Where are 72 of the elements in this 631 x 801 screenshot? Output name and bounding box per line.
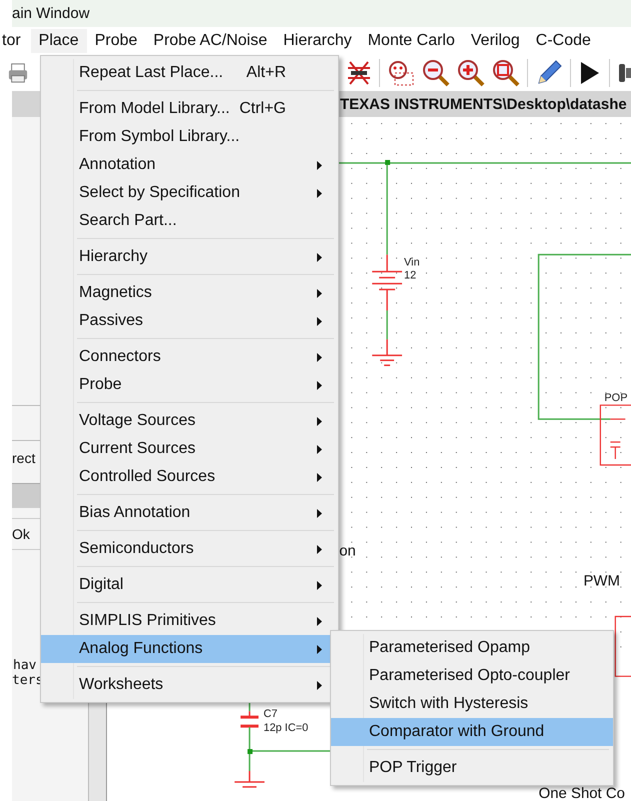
submenu-arrow-icon <box>317 316 322 326</box>
menu-bar-item[interactable]: Hierarchy <box>275 29 360 53</box>
menu-item[interactable]: Passives <box>41 307 338 335</box>
menu-bar-item[interactable]: Monte Carlo <box>360 29 463 53</box>
component-name: POP <box>604 392 628 404</box>
menu-item[interactable]: Probe <box>41 371 338 399</box>
capacitor-symbol <box>240 711 258 728</box>
zoom-out-icon[interactable] <box>422 59 450 87</box>
menu-item[interactable]: From Model Library... Ctrl+G <box>41 95 338 123</box>
submenu-arrow-icon <box>317 680 322 690</box>
submenu-arrow-icon <box>317 160 322 170</box>
file-path: TEXAS INSTRUMENTS\Desktop\datashe <box>340 96 627 112</box>
menu-item[interactable]: Hierarchy <box>41 243 338 271</box>
zoom-fit-icon[interactable] <box>492 59 520 87</box>
zoom-box-icon[interactable] <box>387 59 415 87</box>
component-symbol <box>599 404 631 466</box>
submenu-arrow-icon <box>317 544 322 554</box>
menu-bar-item[interactable]: Place <box>30 29 87 53</box>
submenu-arrow-icon <box>317 252 322 262</box>
component-name: C7 <box>263 708 278 720</box>
schematic-label: PWM <box>583 572 620 590</box>
menu-item[interactable]: Current Sources <box>41 435 338 463</box>
submenu-arrow-icon <box>317 188 322 198</box>
submenu-arrow-icon <box>317 580 322 590</box>
component-value: 12p IC=0 <box>263 722 308 734</box>
menu-item[interactable]: Controlled Sources <box>41 463 338 491</box>
submenu-arrow-icon <box>317 472 322 482</box>
menu-item[interactable]: Search Part... <box>41 207 338 235</box>
menu-item[interactable]: Digital <box>41 571 338 599</box>
menu-bar-item[interactable]: Probe AC/Noise <box>145 29 276 53</box>
ok-button[interactable]: Ok <box>12 526 30 542</box>
panel-label: rect <box>12 450 36 466</box>
menu-item[interactable]: Annotation <box>41 151 338 179</box>
menu-bar-item[interactable]: Verilog <box>462 29 528 53</box>
submenu-arrow-icon <box>317 616 322 626</box>
menu-bar-item[interactable]: Probe <box>86 29 146 53</box>
schematic-label: on <box>338 542 356 560</box>
submenu-arrow-icon <box>317 288 322 298</box>
component-symbol <box>614 616 631 677</box>
printer-icon[interactable] <box>8 61 28 85</box>
menu-item[interactable]: Bias Annotation <box>41 499 338 527</box>
wire <box>386 310 388 340</box>
battery-symbol <box>372 254 402 310</box>
menu-item[interactable]: SIMPLIS Primitives <box>41 607 338 635</box>
menu-item[interactable]: Select by Specification <box>41 179 338 207</box>
ground-symbol <box>234 770 264 788</box>
menu-bar-item[interactable]: C-Code <box>528 29 599 53</box>
schematic-label: One Shot Co <box>538 784 625 801</box>
component-value: 12 <box>404 270 416 282</box>
menu-item[interactable]: Voltage Sources <box>41 407 338 435</box>
window-title: ain Window <box>12 5 90 22</box>
menu-item[interactable]: POP Trigger <box>331 754 613 782</box>
menu-bar-item[interactable]: tor <box>0 29 31 53</box>
menu-item[interactable]: Switch with Hysteresis <box>331 690 613 718</box>
component-name: Vin <box>404 256 420 269</box>
menu-item[interactable]: Connectors <box>41 343 338 371</box>
menu-item[interactable]: From Symbol Library... <box>41 123 338 151</box>
ground-symbol <box>372 339 402 366</box>
panel-text: hav <box>13 658 36 673</box>
submenu-arrow-icon <box>317 352 322 362</box>
zoom-in-icon[interactable] <box>457 59 485 87</box>
wire-break-icon[interactable] <box>346 60 372 86</box>
submenu-arrow-icon <box>317 644 322 654</box>
menu-item[interactable]: Repeat Last Place... Alt+R <box>41 59 338 87</box>
submenu-arrow-icon <box>317 444 322 454</box>
submenu-arrow-icon <box>317 416 322 426</box>
menu-item[interactable]: Parameterised Opto-coupler <box>331 662 613 690</box>
submenu-arrow-icon <box>317 508 322 518</box>
menu-item[interactable]: Semiconductors <box>41 535 338 563</box>
menu-item[interactable]: Magnetics <box>41 279 338 307</box>
menu-item[interactable]: Comparator with Ground <box>331 718 613 746</box>
submenu-arrow-icon <box>317 380 322 390</box>
